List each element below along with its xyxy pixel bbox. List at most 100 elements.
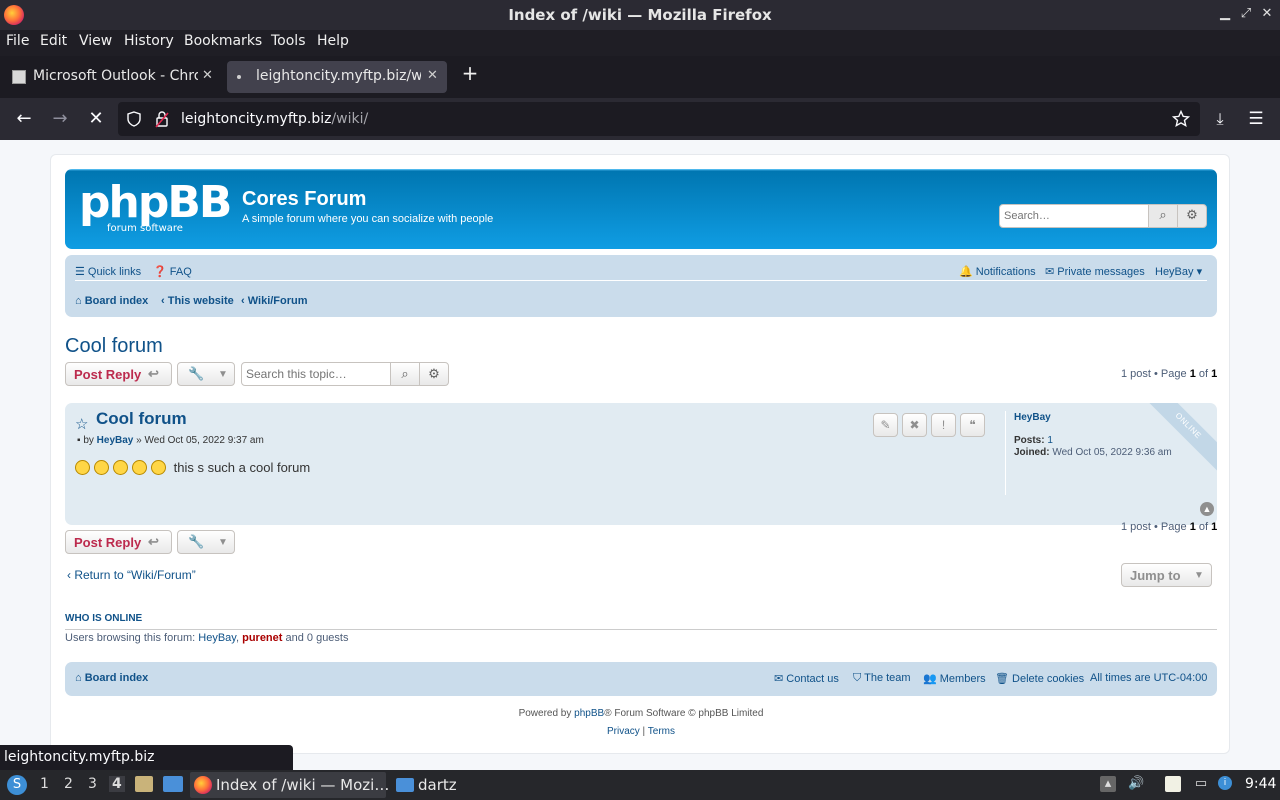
online-user-purenet[interactable]: purenet [242,632,282,644]
reply-arrow-icon: ↩ [148,534,159,549]
the-team-link[interactable]: ⛉ The team [853,672,911,685]
delete-cookies-link[interactable]: 🗑 Delete cookies [995,672,1084,685]
bookmark-star-icon[interactable]: ☆ [75,415,88,433]
private-messages-link[interactable]: ✉ Private messages [1045,265,1145,278]
breadcrumb-label: This website [167,295,234,307]
topic-tools-button[interactable]: 🔧 ▼ [177,362,235,386]
breadcrumb-wiki-forum[interactable]: ‹ Wiki/Forum [241,295,308,307]
update-notification-icon[interactable]: i [1218,776,1232,790]
online-user-heybay[interactable]: HeyBay [198,632,236,644]
menu-tools[interactable]: Tools [271,33,306,49]
link-status-tooltip: leightoncity.myftp.biz [0,745,293,770]
navigation-toolbar: ← → ✕ leightoncity.myftp.biz/wiki/ ⤓ ☰ [0,98,1280,140]
topic-tools-button-bottom[interactable]: 🔧 ▼ [177,530,235,554]
profile-posts-count[interactable]: 1 [1047,435,1053,446]
members-link[interactable]: 👥 Members [923,672,986,685]
shield-icon: ⛉ [853,672,862,684]
advanced-search-gear-icon[interactable]: ⚙ [1177,204,1207,228]
workspace-3[interactable]: 3 [88,776,97,792]
workspace-4[interactable]: 4 [109,776,125,792]
search-icon[interactable]: ⌕ [1148,204,1178,228]
footer-board-index[interactable]: ⌂ Board index [75,672,148,684]
taskbar-item-firefox[interactable]: Index of /wiki — Mozi… [190,772,389,798]
quick-links[interactable]: ☰ Quick links [75,265,141,278]
maximize-icon[interactable]: ⤢ [1238,6,1254,21]
notifications-label: Notifications [975,266,1036,278]
the-team-label: The team [864,672,911,684]
stop-loading-button[interactable]: ✕ [85,108,107,130]
url-bar[interactable]: leightoncity.myftp.biz/wiki/ [118,102,1200,136]
downloads-button[interactable]: ⤓ [1209,108,1231,130]
menu-edit[interactable]: Edit [40,33,67,49]
post-title[interactable]: Cool forum [96,409,187,429]
workspace-2[interactable]: 2 [64,776,73,792]
wrench-icon: 🔧 [188,534,205,549]
post-reply-button-bottom[interactable]: Post Reply ↩ [65,530,172,554]
file-manager-launcher-icon[interactable] [135,776,153,792]
insecure-lock-icon[interactable] [155,110,169,128]
storage-tray-icon[interactable]: ▴ [1100,776,1116,792]
minimize-icon[interactable]: ▁ [1217,6,1233,21]
network-monitor-icon[interactable]: ▭ [1193,776,1209,792]
tab-wiki[interactable]: leightoncity.myftp.biz/wiki/ ✕ [227,61,447,93]
volume-icon[interactable]: 🔊 [1128,776,1144,792]
workspace-1[interactable]: 1 [40,776,49,792]
menu-file[interactable]: File [6,33,29,49]
phpbb-link[interactable]: phpBB [574,708,604,719]
profile-username-link[interactable]: HeyBay [1014,412,1051,423]
post-reply-button[interactable]: Post Reply ↩ [65,362,172,386]
new-tab-button[interactable]: + [460,63,480,83]
close-tab-icon[interactable]: ✕ [427,68,438,83]
back-to-top-icon[interactable]: ▲ [1200,502,1214,516]
return-to-forum-link[interactable]: ‹ Return to “Wiki/Forum” [67,568,196,582]
members-label: Members [939,673,986,685]
menu-history[interactable]: History [124,33,174,49]
bookmark-star-icon[interactable] [1172,110,1190,128]
contact-us-link[interactable]: ✉ Contact us [774,672,839,685]
who-is-online-heading[interactable]: WHO IS ONLINE [65,613,142,624]
edit-pencil-icon[interactable]: ✎ [873,413,898,437]
shield-icon[interactable] [126,111,142,127]
privacy-link[interactable]: Privacy [607,726,640,737]
advanced-search-gear-icon[interactable]: ⚙ [419,362,449,386]
menu-view[interactable]: View [79,33,112,49]
phpbb-logo[interactable]: phpBB forum software [79,177,232,237]
forward-button[interactable]: → [49,108,71,130]
close-window-icon[interactable]: ✕ [1259,6,1275,21]
terms-link[interactable]: Terms [648,726,675,737]
clipboard-icon[interactable] [1165,776,1181,792]
reply-arrow-icon: ↩ [148,366,159,381]
post: ☆ Cool forum ▪ by HeyBay » Wed Oct 05, 2… [65,403,1217,525]
logo-subtext: forum software [107,223,183,234]
user-menu-label: HeyBay [1155,266,1194,278]
pagination-total: 1 [1211,368,1218,380]
breadcrumb-this-website[interactable]: ‹ This website [161,295,234,307]
chevron-left-icon: ‹ [241,295,248,307]
powered-suffix: ® Forum Software © phpBB Limited [604,708,764,719]
taskbar-item-dartz[interactable]: dartz [392,772,472,798]
menu-bookmarks[interactable]: Bookmarks [184,33,262,49]
close-tab-icon[interactable]: ✕ [202,68,213,83]
jump-to-dropdown[interactable]: Jump to ▼ [1121,563,1212,587]
notifications-link[interactable]: 🔔 Notifications [959,265,1036,278]
topic-search-input[interactable] [241,362,391,386]
faq-link[interactable]: ❓ FAQ [153,265,192,278]
topic-title[interactable]: Cool forum [65,335,163,358]
report-exclamation-icon[interactable]: ! [931,413,956,437]
breadcrumb-board-index[interactable]: ⌂ Board index [75,295,148,307]
user-menu[interactable]: HeyBay ▾ [1155,265,1202,278]
topic-search: ⌕ ⚙ [241,362,449,386]
tab-label: Microsoft Outlook - Chrome [33,68,198,84]
quote-icon[interactable]: ❝ [960,413,985,437]
start-menu-icon[interactable]: S [7,775,27,795]
delete-x-icon[interactable]: ✖ [902,413,927,437]
search-icon[interactable]: ⌕ [390,362,420,386]
header-search-input[interactable] [999,204,1149,228]
post-content: this s such a cool forum [75,460,310,475]
show-desktop-icon[interactable] [163,776,183,792]
menu-help[interactable]: Help [317,33,349,49]
tab-outlook[interactable]: Microsoft Outlook - Chrome ✕ [2,61,220,93]
app-menu-button[interactable]: ☰ [1245,108,1267,130]
back-button[interactable]: ← [13,108,35,130]
post-author-link[interactable]: HeyBay [97,435,134,446]
